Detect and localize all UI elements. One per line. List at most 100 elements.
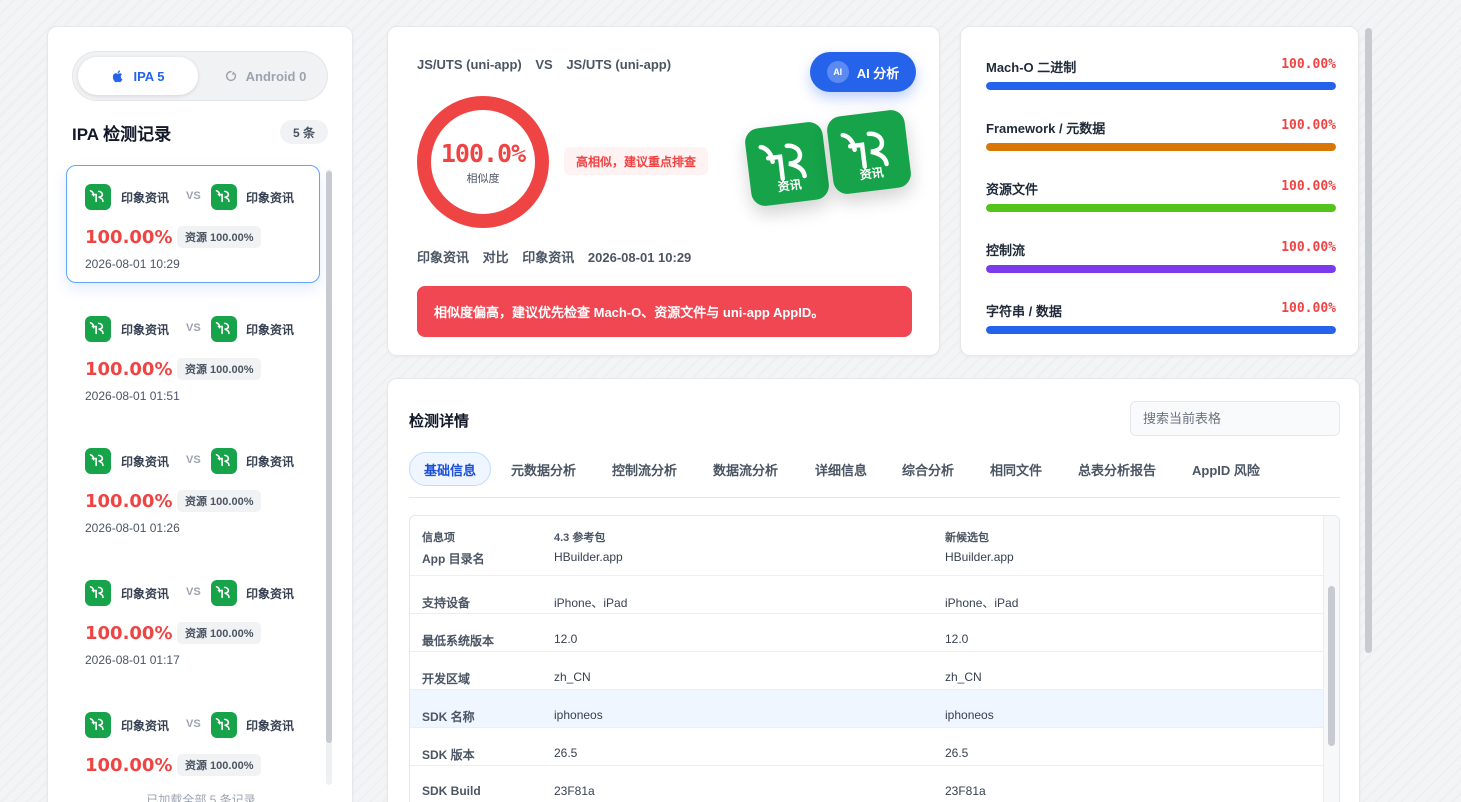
yinxiang-app-icon [215, 189, 230, 203]
metric-name: 控制流 [986, 243, 1026, 258]
records-sidebar: IPA 5 Android 0 IPA 检测记录 5 条 印象资讯 VS 印象资讯 1… [47, 26, 353, 802]
record-item[interactable]: 印象资讯 VS 印象资讯 100.00% 资源 100.00% 2026-08-01 01… [66, 297, 320, 415]
engine-left: JS/UTS (uni-app) [417, 57, 522, 72]
compare-left-app: 印象资讯 [417, 250, 470, 265]
risk-alert: 相似度偏高，建议优先检查 Mach-O、资源文件与 uni-app AppID。 [417, 286, 912, 337]
details-tabs: 基础信息 元数据分析 控制流分析 数据流分析 详细信息 综合分析 相同文件 总表分析报告 App… [409, 452, 1340, 498]
record-apps: 印象资讯 VS 印象资讯 [85, 448, 305, 474]
yinxiang-app-icon [89, 321, 104, 335]
record-vs: VS [186, 718, 201, 730]
detection-details: 检测详情 基础信息元数据分析控制流分析数据流分析详细信息综合分析相同文件总表分析… [387, 378, 1360, 802]
similarity-gauge: 100.0% 相似度 [417, 96, 549, 228]
metric-name: 字符串 / 数据 [986, 304, 1062, 319]
table-scrollbar[interactable] [1323, 516, 1339, 802]
details-tab[interactable]: 总表分析报告 [1064, 452, 1170, 486]
table-row[interactable]: 最低系统版本 12.0 12.0 [410, 614, 1324, 652]
record-apps: 印象资讯 VS 印象资讯 [85, 712, 305, 738]
app-icon-left: 资讯 [743, 120, 831, 208]
record-left-app: 印象资讯 [121, 455, 170, 469]
record-left-app: 印象资讯 [121, 323, 170, 337]
metric-name: Framework / 元数据 [986, 121, 1106, 136]
table-row[interactable]: 支持设备 iPhone、iPad iPhone、iPad [410, 576, 1324, 614]
page-scrollbar-thumb[interactable] [1365, 28, 1372, 653]
record-item[interactable]: 印象资讯 VS 印象资讯 100.00% 资源 100.00% 2026-08-01 10… [66, 165, 320, 283]
table-scrollbar-thumb[interactable] [1328, 586, 1335, 746]
details-tab[interactable]: 综合分析 [888, 452, 968, 486]
table-row[interactable]: SDK 版本 26.5 26.5 [410, 728, 1324, 766]
metric-bar-fill [986, 204, 1336, 212]
record-left-app: 印象资讯 [121, 587, 170, 601]
compare-right-app: 印象资讯 [522, 250, 575, 265]
row-candidate: iphoneos [945, 708, 994, 722]
record-resource-tag: 资源 100.00% [177, 622, 262, 644]
metric-value: 100.00% [1281, 240, 1336, 255]
row-reference: iphoneos [554, 708, 603, 722]
row-item: 开发区域 [422, 672, 471, 686]
records-scrollbar-thumb[interactable] [326, 171, 332, 743]
table-search-input[interactable] [1130, 401, 1340, 436]
yinxiang-app-icon: 资讯 [758, 143, 807, 194]
record-resource-tag: 资源 100.00% [177, 226, 262, 248]
app-icon-left [85, 316, 111, 342]
app-icon-right [211, 184, 237, 210]
metric-bar-fill [986, 326, 1336, 334]
yinxiang-app-icon [215, 453, 230, 467]
metric-bar-fill [986, 265, 1336, 273]
yinxiang-app-icon [89, 717, 104, 731]
record-vs: VS [186, 586, 201, 598]
compare-meta: 印象资讯 对比 印象资讯 2026-08-01 10:29 [417, 247, 701, 266]
row-candidate: 12.0 [945, 632, 969, 646]
row-reference: 12.0 [554, 632, 578, 646]
yinxiang-app-icon [89, 453, 104, 467]
app-icon-left [85, 448, 111, 474]
row-item: SDK Build [422, 784, 481, 798]
record-item[interactable]: 印象资讯 VS 印象资讯 100.00% 资源 100.00% 2026-08-01 01… [66, 561, 320, 679]
ai-icon: AI [826, 61, 849, 83]
row-candidate: iPhone、iPad [945, 596, 1019, 610]
tab-ipa[interactable]: IPA 5 [78, 57, 198, 95]
table-row[interactable]: SDK Build 23F81a 23F81a [410, 766, 1324, 802]
engine-vs: VS [535, 57, 553, 72]
details-tab[interactable]: 控制流分析 [598, 452, 691, 486]
row-item: App 目录名 [422, 552, 485, 566]
record-vs: VS [186, 454, 201, 466]
table-row[interactable]: 开发区域 zh_CN zh_CN [410, 652, 1324, 690]
record-apps: 印象资讯 VS 印象资讯 [85, 580, 305, 606]
record-left-app: 印象资讯 [121, 719, 170, 733]
row-item: SDK 版本 [422, 748, 475, 762]
table-row[interactable]: App 目录名 HBuilder.app HBuilder.app [410, 538, 1324, 576]
metric-value: 100.00% [1281, 57, 1336, 72]
details-tab[interactable]: AppID 风险 [1178, 452, 1274, 486]
ai-analyze-button[interactable]: AI AI 分析 [810, 52, 916, 92]
details-tab[interactable]: 相同文件 [976, 452, 1056, 486]
details-tab[interactable]: 基础信息 [409, 452, 492, 486]
records-scrollbar[interactable] [326, 169, 332, 785]
metric-value: 100.00% [1281, 118, 1336, 133]
record-apps: 印象资讯 VS 印象资讯 [85, 184, 305, 210]
records-title: IPA 检测记录 [72, 125, 172, 144]
svg-text:资讯: 资讯 [777, 176, 803, 194]
tab-android[interactable]: Android 0 [205, 57, 325, 95]
details-tab[interactable]: 元数据分析 [497, 452, 590, 486]
tab-android-label: Android 0 [245, 68, 307, 84]
record-score: 100.00% [85, 359, 173, 380]
row-reference: zh_CN [554, 670, 591, 684]
details-tab[interactable]: 详细信息 [801, 452, 881, 486]
app-icon-left [85, 712, 111, 738]
table-row[interactable]: SDK 名称 iphoneos iphoneos [410, 690, 1324, 728]
metric-bar [986, 143, 1336, 151]
record-right-app: 印象资讯 [246, 587, 295, 601]
app-icon-left [85, 184, 111, 210]
app-icon-right [211, 316, 237, 342]
app-icon-left [85, 580, 111, 606]
record-item[interactable]: 印象资讯 VS 印象资讯 100.00% 资源 100.00% [66, 693, 320, 802]
engine-compare: JS/UTS (uni-app) VS JS/UTS (uni-app) [417, 57, 681, 72]
metric-bar [986, 265, 1336, 273]
record-right-app: 印象资讯 [246, 323, 295, 337]
record-right-app: 印象资讯 [246, 719, 295, 733]
details-tab[interactable]: 数据流分析 [699, 452, 792, 486]
record-apps: 印象资讯 VS 印象资讯 [85, 316, 305, 342]
record-item[interactable]: 印象资讯 VS 印象资讯 100.00% 资源 100.00% 2026-08-01 01… [66, 429, 320, 547]
record-resource-tag: 资源 100.00% [177, 358, 262, 380]
records-list: 印象资讯 VS 印象资讯 100.00% 资源 100.00% 2026-08-01 10… [64, 165, 320, 785]
